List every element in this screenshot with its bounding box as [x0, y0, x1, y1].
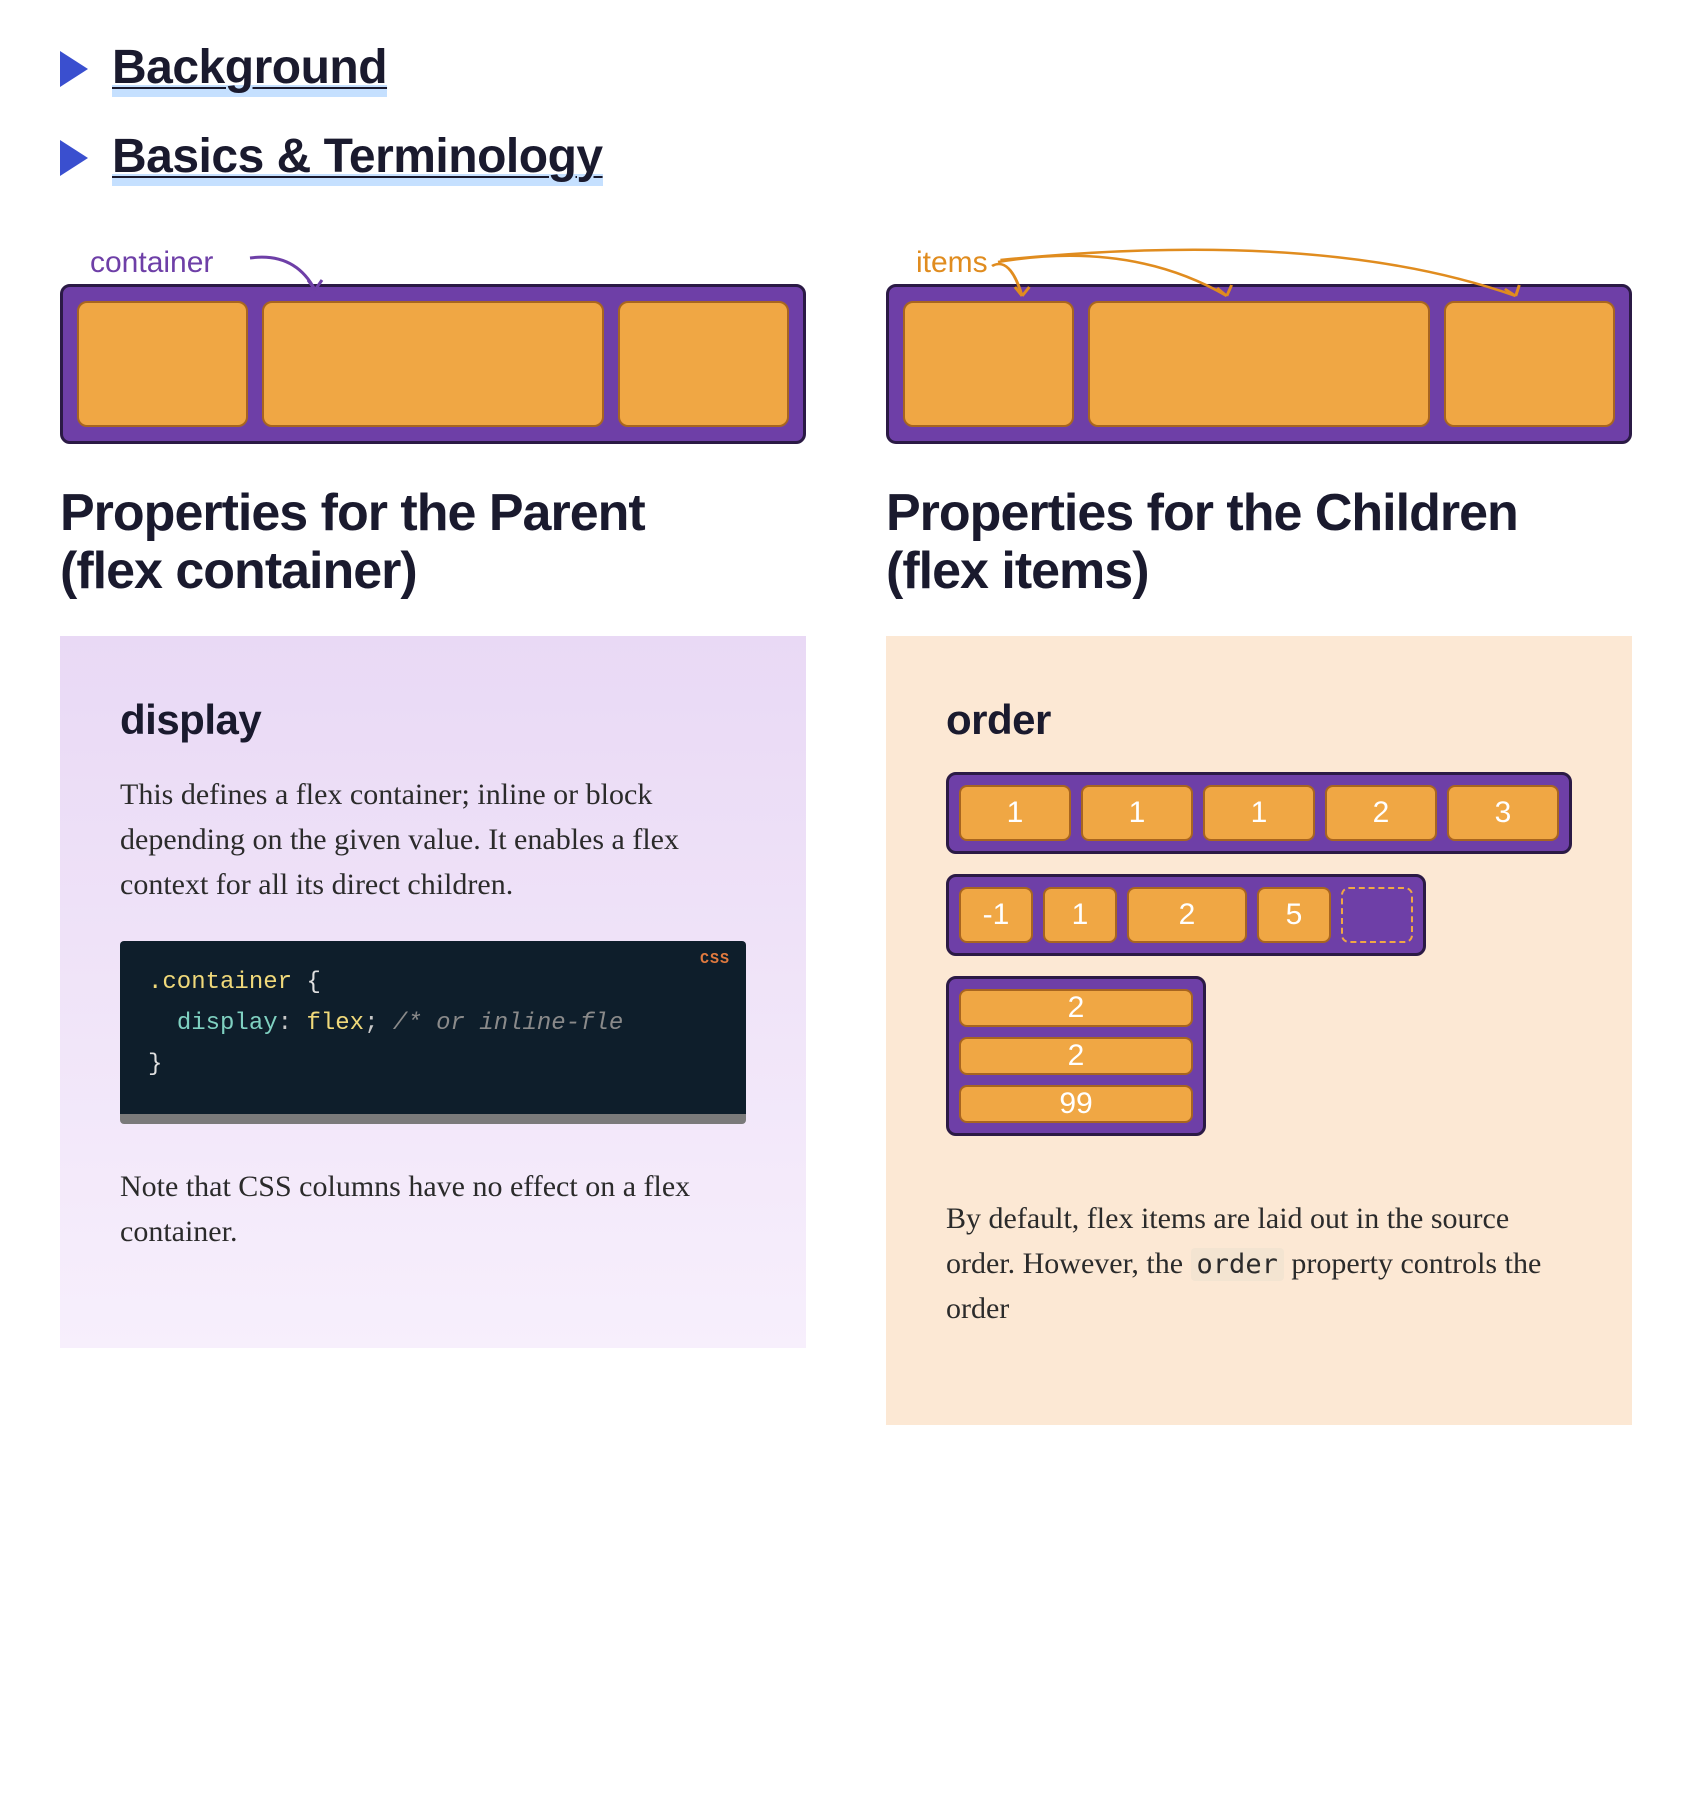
order-row: -1 1 2 5: [946, 874, 1426, 956]
order-cell: 1: [959, 785, 1071, 841]
triangle-right-icon: [60, 51, 88, 87]
accordion-title: Background: [112, 40, 387, 97]
prose: This defines a flex container; inline or…: [120, 772, 746, 907]
flex-container-box: [60, 284, 806, 444]
parent-heading: Properties for the Parent (flex containe…: [60, 484, 806, 600]
code-line: }: [148, 1045, 718, 1086]
code-line: display: flex; /* or inline-fle: [148, 1004, 718, 1045]
order-description: By default, flex items are laid out in t…: [946, 1196, 1572, 1331]
display-note: Note that CSS columns have no effect on …: [120, 1164, 746, 1254]
arrow-curved-icon: [245, 250, 335, 310]
flex-item-box: [903, 301, 1074, 427]
display-description: This defines a flex container; inline or…: [120, 772, 746, 907]
arrows-multi-icon: [986, 246, 1612, 310]
order-cell: 3: [1447, 785, 1559, 841]
order-panel: order 1 1 1 2 3 -1 1 2 5 2: [886, 636, 1632, 1425]
container-illustration: container: [60, 246, 806, 444]
order-cell: 1: [1081, 785, 1193, 841]
prose: Note that CSS columns have no effect on …: [120, 1164, 746, 1254]
order-cell: 2: [1325, 785, 1437, 841]
accordion-basics-terminology[interactable]: Basics & Terminology: [60, 129, 1632, 186]
illustration-label: container: [90, 246, 213, 280]
column-parent: container Properties for the Parent (fle…: [60, 246, 806, 1425]
property-title: display: [120, 696, 746, 744]
illustration-label: items: [916, 246, 988, 280]
order-illustration: 1 1 1 2 3 -1 1 2 5 2 2 99: [946, 772, 1572, 1136]
children-heading: Properties for the Children (flex items): [886, 484, 1632, 600]
flex-item-box: [1088, 301, 1430, 427]
order-cell: 99: [959, 1085, 1193, 1123]
order-cell: 1: [1203, 785, 1315, 841]
display-panel: display This defines a flex container; i…: [60, 636, 806, 1347]
flex-item-box: [262, 301, 604, 427]
order-cell: 1: [1043, 887, 1117, 943]
code-language-badge: CSS: [700, 951, 730, 968]
accordion-title: Basics & Terminology: [112, 129, 603, 186]
property-title: order: [946, 696, 1572, 744]
order-cell: 2: [959, 1037, 1193, 1075]
code-line: .container {: [148, 963, 718, 1004]
column-children: items Properties for the Children (flex …: [886, 246, 1632, 1425]
order-cell: -1: [959, 887, 1033, 943]
flex-item-box: [618, 301, 789, 427]
order-cell: 5: [1257, 887, 1331, 943]
order-cell-empty: [1341, 887, 1413, 943]
inline-code: order: [1191, 1248, 1284, 1281]
order-row: 2 2 99: [946, 976, 1206, 1136]
order-row: 1 1 1 2 3: [946, 772, 1572, 854]
triangle-right-icon: [60, 140, 88, 176]
order-cell: 2: [959, 989, 1193, 1027]
two-column-layout: container Properties for the Parent (fle…: [60, 246, 1632, 1425]
code-block: CSS .container { display: flex; /* or in…: [120, 941, 746, 1123]
items-illustration: items: [886, 246, 1632, 444]
flex-item-box: [1444, 301, 1615, 427]
accordion-background[interactable]: Background: [60, 40, 1632, 97]
prose: By default, flex items are laid out in t…: [946, 1196, 1572, 1331]
order-cell: 2: [1127, 887, 1247, 943]
flex-item-box: [77, 301, 248, 427]
